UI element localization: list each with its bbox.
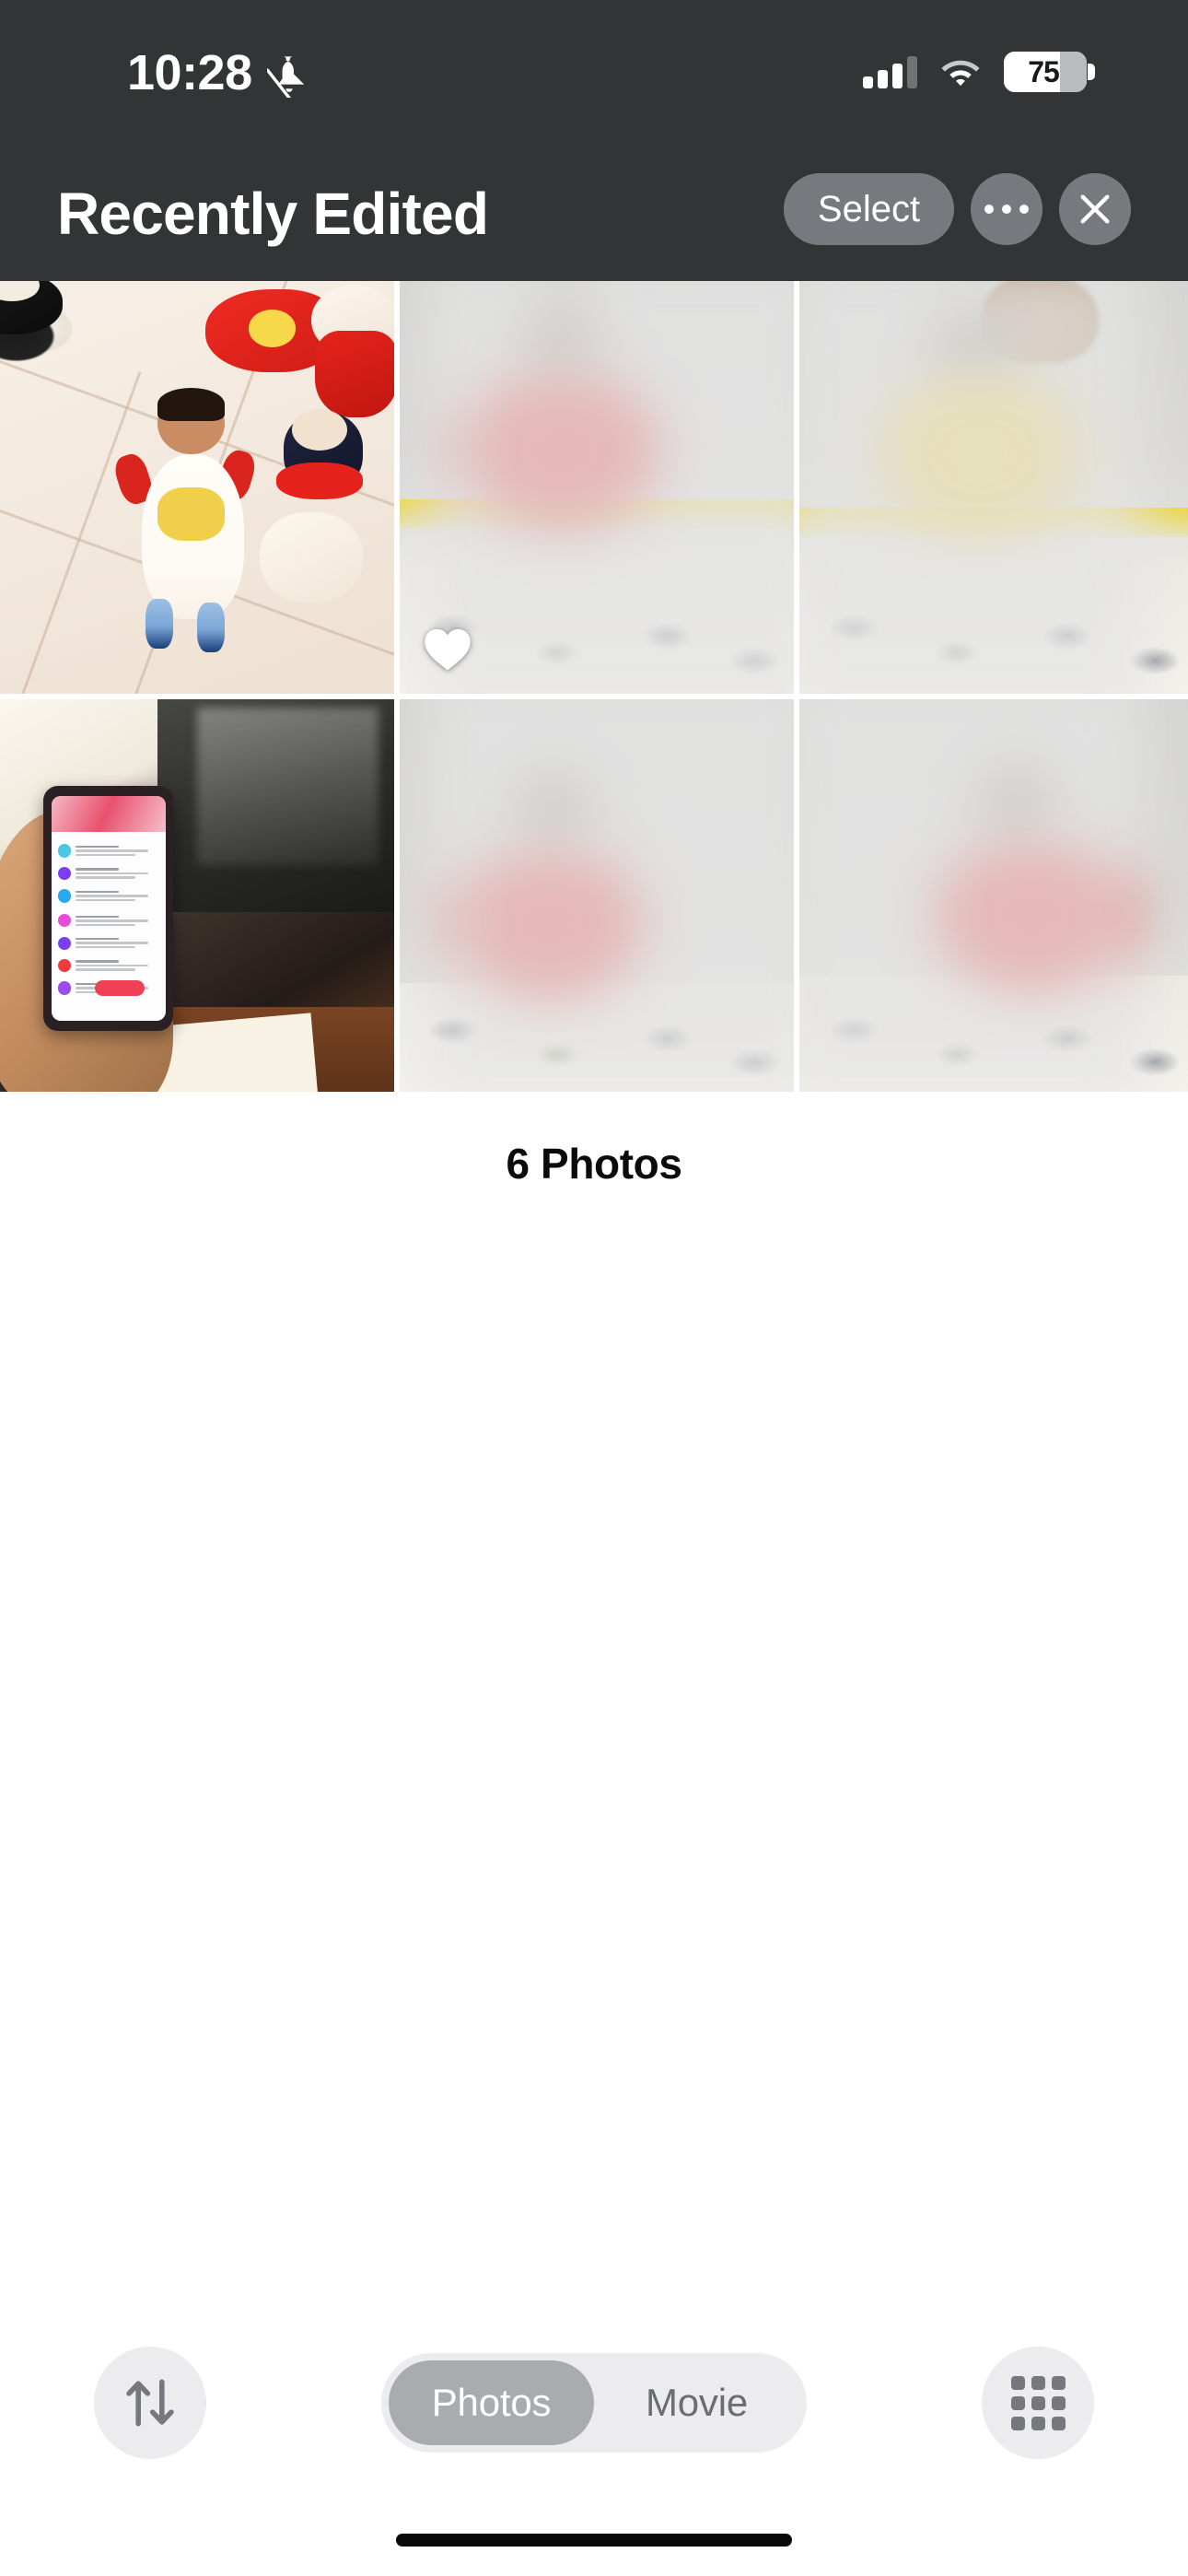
battery-icon: 75 bbox=[1004, 52, 1095, 92]
status-bar: 10:28 75 bbox=[0, 0, 1188, 157]
sort-button[interactable] bbox=[94, 2347, 206, 2459]
tab-photos[interactable]: Photos bbox=[389, 2360, 594, 2445]
photo-thumbnail[interactable] bbox=[799, 699, 1188, 1092]
photo-thumbnail[interactable] bbox=[799, 281, 1188, 694]
status-bar-time: 10:28 bbox=[127, 45, 252, 100]
page-title: Recently Edited bbox=[57, 181, 489, 247]
ellipsis-icon bbox=[984, 205, 1029, 214]
bottom-toolbar: Photos Movie bbox=[0, 2338, 1188, 2467]
close-button[interactable] bbox=[1059, 173, 1131, 245]
close-x-icon bbox=[1080, 194, 1110, 224]
battery-percent-label: 75 bbox=[1028, 54, 1060, 88]
cellular-signal-icon bbox=[863, 55, 917, 88]
photo-thumbnail[interactable] bbox=[0, 281, 394, 694]
grid-view-icon bbox=[1010, 2375, 1066, 2430]
favorite-heart-icon bbox=[425, 628, 471, 671]
photo-grid bbox=[0, 281, 1188, 1092]
select-button[interactable]: Select bbox=[784, 173, 954, 245]
photo-thumbnail[interactable] bbox=[400, 699, 794, 1092]
photo-thumbnail[interactable] bbox=[400, 281, 794, 694]
tab-movie[interactable]: Movie bbox=[594, 2360, 799, 2445]
navigation-actions: Select bbox=[784, 173, 1131, 245]
photos-album-screen: 10:28 75 Recently Edited Select 6 Photos… bbox=[0, 0, 1188, 2576]
wifi-icon bbox=[941, 60, 980, 87]
more-options-button[interactable] bbox=[971, 173, 1042, 245]
status-bar-indicators: 75 bbox=[863, 52, 1095, 92]
media-type-segmented-control: Photos Movie bbox=[381, 2353, 807, 2453]
bell-slash-icon bbox=[267, 56, 305, 98]
photo-count-label: 6 Photos bbox=[506, 1140, 682, 1188]
sort-arrows-icon bbox=[126, 2379, 174, 2427]
navigation-bar: Recently Edited Select bbox=[0, 157, 1188, 281]
home-indicator[interactable] bbox=[396, 2534, 792, 2547]
grid-view-button[interactable] bbox=[982, 2347, 1094, 2459]
photo-thumbnail[interactable] bbox=[0, 699, 394, 1092]
